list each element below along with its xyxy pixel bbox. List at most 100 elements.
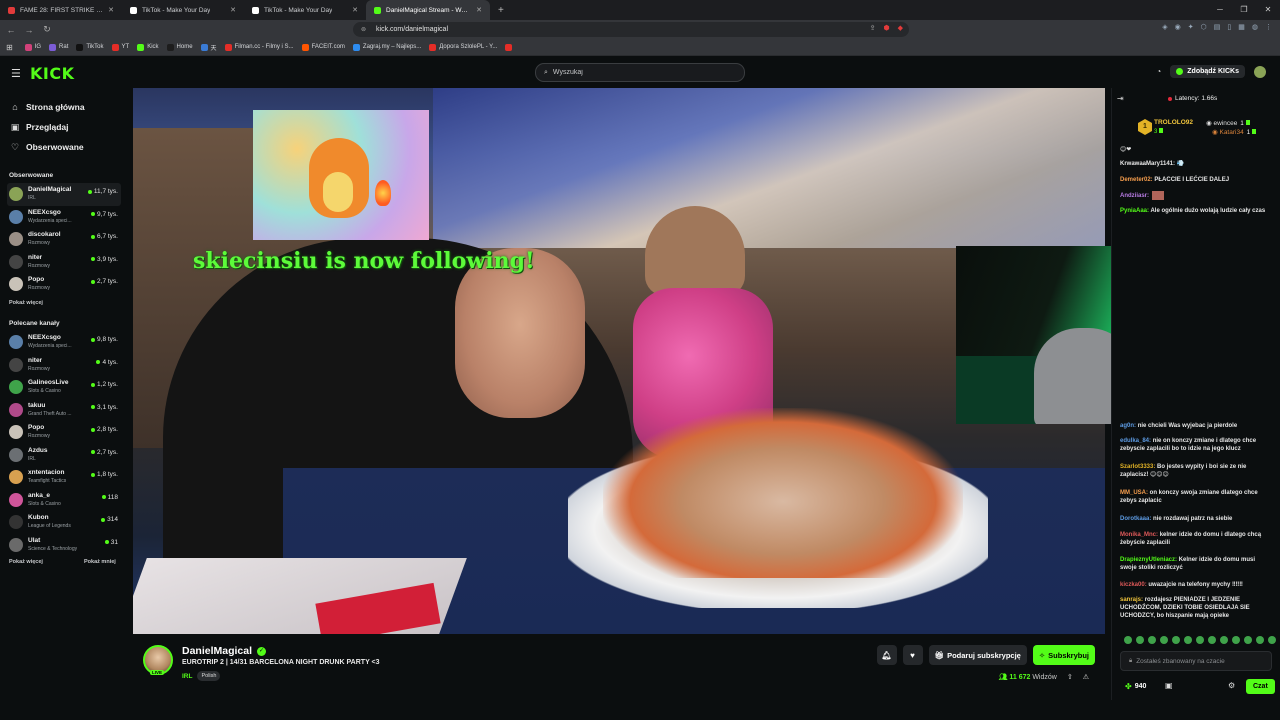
bookmark-item[interactable]: Kick	[137, 43, 159, 51]
chat-input[interactable]	[1136, 657, 1267, 665]
apps-grid-icon[interactable]: ⊞	[6, 43, 13, 52]
chat-username[interactable]: ag0n:	[1120, 423, 1136, 429]
sidebar-channel[interactable]: anka_e Slots & Casino 118	[7, 489, 121, 512]
browser-tab-1[interactable]: FAME 28: FIRST STRIKE (Natan Marcoń ✕	[0, 0, 122, 20]
sidebar-channel[interactable]: discokarol Rozmowy 6,7 tys.	[7, 228, 121, 251]
gift-sub-button[interactable]: 🎁︎ Podaruj subskrypcję	[928, 645, 1027, 665]
emote-icon[interactable]	[1208, 636, 1216, 644]
extension-icon[interactable]: ◉	[1175, 23, 1181, 31]
sidebar-channel[interactable]: Popo Rozmowy 2,7 tys.	[7, 273, 121, 296]
bookmark-item[interactable]: Дорога SzlolePL - Y...	[429, 43, 497, 51]
chat-send-button[interactable]: Czat	[1246, 679, 1275, 694]
bookmark-item[interactable]: Filman.cc - Filmy i S...	[224, 43, 294, 51]
chat-message[interactable]: DrapieznyUtleniacz: Kelner idzie do domu…	[1120, 556, 1272, 572]
chat-message[interactable]: sanrajs: rozdajesz PIENIADZE I JEDZENIE …	[1120, 596, 1272, 620]
chat-message[interactable]: Szarlot3333: Bo jestes wypity i boi sie …	[1120, 463, 1272, 479]
get-kicks-button[interactable]: Zdobądź KICKs	[1170, 65, 1245, 78]
sidebar-channel[interactable]: xntentacion Teamfight Tactics 1,8 tys.	[7, 466, 121, 489]
chat-message[interactable]: ag0n: nie chcieli Was wyjebac ja pierdol…	[1120, 422, 1272, 430]
chat-username[interactable]: Monika_Mnc:	[1120, 532, 1158, 538]
bookmark-item[interactable]	[505, 43, 515, 51]
follow-heart-button[interactable]: ♥	[902, 645, 923, 665]
kick-logo[interactable]: KICK	[30, 64, 75, 83]
chat-message[interactable]: MM_USA: on konczy swoja zmiane dlatego c…	[1120, 489, 1272, 505]
extension-icon[interactable]: ✦	[1188, 23, 1194, 31]
sidebar-channel[interactable]: Kubon League of Legends 314	[7, 511, 121, 534]
bookmark-item[interactable]: Zagraj.my – Najleps...	[352, 43, 421, 51]
notification-bell-button[interactable]: 🔔︎	[876, 645, 897, 665]
rewards-icon[interactable]: ◔	[1156, 67, 1161, 76]
followed-show-more-link[interactable]: Pokaż więcej	[9, 300, 43, 306]
emote-icon[interactable]	[1124, 636, 1132, 644]
extension-icon[interactable]: ▦	[1238, 23, 1245, 31]
chat-username[interactable]: Szarlot3333:	[1120, 464, 1155, 470]
emote-icon[interactable]	[1160, 636, 1168, 644]
chat-username[interactable]: Andziiasr:	[1120, 193, 1149, 199]
minimize-icon[interactable]: ─	[1208, 0, 1232, 20]
sidebar-nav-item[interactable]: ⌂ Strona główna	[10, 97, 84, 117]
extension-badge-icon[interactable]: ◆	[898, 24, 903, 32]
sidebar-channel[interactable]: niter Rozmowy 4 tys.	[7, 354, 121, 377]
chat-message[interactable]: KrwawaaMary1141: 💨	[1120, 160, 1272, 168]
bookmark-item[interactable]: TikTok	[76, 43, 104, 51]
collapse-chat-icon[interactable]: ⇥	[1117, 94, 1124, 103]
chat-message[interactable]: kiczka00: uwazajcie na telefony mychy ‼‼…	[1120, 581, 1272, 589]
address-bar[interactable]: ⊚ kick.com/danielmagical ⇪ ⬢ ◆	[353, 22, 909, 37]
subscribe-button[interactable]: ✧ Subskrybuj	[1032, 645, 1095, 665]
close-icon[interactable]: ✕	[476, 6, 482, 14]
sidebar-channel[interactable]: Popo Rozmowy 2,8 tys.	[7, 421, 121, 444]
chat-username[interactable]: DrapieznyUtleniacz:	[1120, 557, 1177, 563]
chat-username[interactable]: PyniaAaa:	[1120, 208, 1149, 214]
ublock-icon[interactable]: ⬢	[883, 24, 889, 32]
sidebar-nav-item[interactable]: ▣ Przeglądaj	[10, 117, 85, 137]
forward-icon[interactable]: →	[22, 25, 36, 35]
kicks-balance[interactable]: ✤ 940	[1125, 682, 1146, 691]
chat-message[interactable]: Demeter02: PŁACCIE I LEĆCIE DALEJ	[1120, 176, 1272, 184]
search-input[interactable]	[552, 69, 733, 76]
chat-message[interactable]: Andziiasr:	[1120, 191, 1272, 200]
leaderboard-first-name[interactable]: TROLOLO92	[1154, 119, 1193, 126]
chat-username[interactable]: kiczka00:	[1120, 582, 1147, 588]
sidebar-nav-item[interactable]: ♡ Obserwowane	[10, 137, 85, 157]
gift-icon[interactable]: ▣	[1165, 681, 1173, 690]
close-icon[interactable]: ✕	[352, 6, 358, 14]
recommended-show-more-link[interactable]: Pokaż więcej	[9, 559, 43, 565]
chat-username[interactable]: Dorotkaaa:	[1120, 516, 1151, 522]
emote-icon[interactable]	[1148, 636, 1156, 644]
gear-icon[interactable]: ⚙	[1228, 681, 1235, 690]
sidebar-channel[interactable]: DanielMagical IRL 11,7 tys.	[7, 183, 121, 206]
chat-username[interactable]: KrwawaaMary1141:	[1120, 161, 1175, 167]
emote-icon[interactable]	[1256, 636, 1264, 644]
leaderboard-second[interactable]: ◉ ewincee 1	[1206, 119, 1250, 127]
user-avatar[interactable]	[1254, 65, 1266, 78]
extension-icon[interactable]: ◈	[1162, 23, 1167, 31]
bookmark-item[interactable]: YT	[111, 43, 129, 51]
streamer-name[interactable]: DanielMagical	[182, 645, 252, 657]
emote-icon[interactable]	[1244, 636, 1252, 644]
leaderboard-third[interactable]: ◉ Katari34 1	[1212, 128, 1257, 136]
chat-message[interactable]: PyniaAaa: Ale ogólnie dużo wolają ludzie…	[1120, 207, 1272, 215]
emote-icon[interactable]	[1136, 636, 1144, 644]
new-tab-button[interactable]: +	[490, 5, 512, 16]
bookmark-item[interactable]: 天	[200, 43, 217, 52]
menu-dots-icon[interactable]: ⋮	[1265, 23, 1272, 31]
bookmark-item[interactable]: FACEIT.com	[301, 43, 345, 51]
category-link[interactable]: IRL	[182, 673, 192, 680]
hamburger-menu-icon[interactable]: ☰	[11, 67, 21, 80]
bookmark-item[interactable]: Rat	[49, 43, 68, 51]
sidebar-channel[interactable]: NEEXcsgo Wydarzenia speci... 9,7 tys.	[7, 206, 121, 229]
extension-icon[interactable]: ⬡	[1201, 23, 1207, 31]
emote-icon[interactable]	[1172, 636, 1180, 644]
chat-message[interactable]: edulka_84: nie on konczy zmiane i dlateg…	[1120, 437, 1272, 453]
chat-username[interactable]: MM_USA:	[1120, 490, 1148, 496]
emote-icon[interactable]	[1220, 636, 1228, 644]
browser-tab-4[interactable]: DanielMagical Stream - Watch Live ✕	[366, 0, 490, 20]
chat-message[interactable]: Dorotkaaa: nie rozdawaj patrz na siebie	[1120, 515, 1272, 523]
sidebar-panel-icon[interactable]: ▯	[1227, 23, 1231, 31]
chat-username[interactable]: sanrajs:	[1120, 597, 1143, 603]
chat-username[interactable]: edulka_84:	[1120, 438, 1151, 444]
close-icon[interactable]: ✕	[108, 6, 114, 14]
bookmark-item[interactable]: Home	[166, 43, 193, 51]
browser-tab-2[interactable]: TikTok - Make Your Day ✕	[122, 0, 244, 20]
chat-username[interactable]: Demeter02:	[1120, 177, 1153, 183]
